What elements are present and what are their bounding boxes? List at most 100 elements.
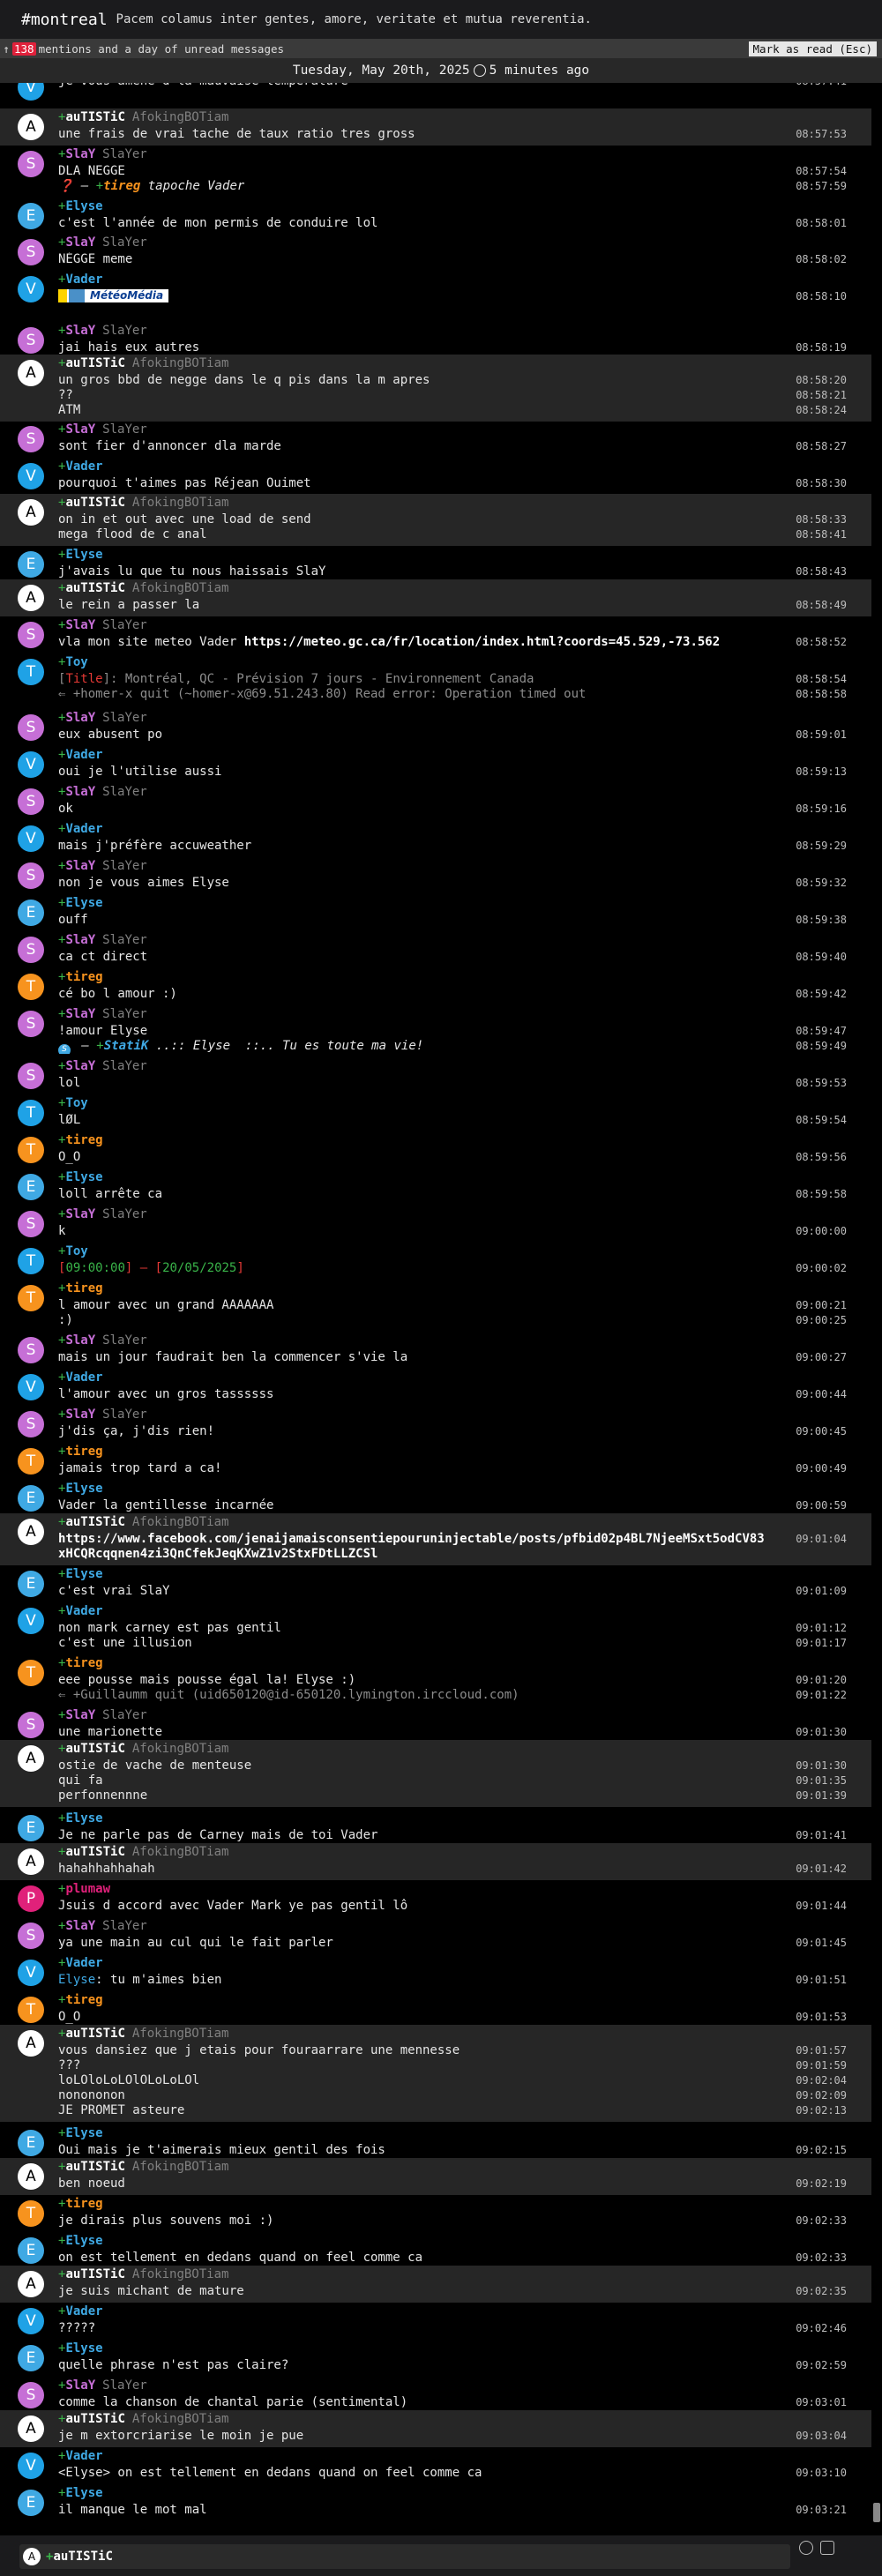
avatar[interactable]: S (18, 2382, 44, 2408)
nick-name[interactable]: Vader (65, 2449, 102, 2463)
avatar[interactable]: E (18, 2345, 44, 2371)
nick-name[interactable]: tireg (65, 1281, 102, 1295)
nick-name[interactable]: auTISTiC (65, 2267, 124, 2281)
avatar[interactable]: A (18, 114, 44, 140)
avatar[interactable]: S (18, 1211, 44, 1237)
avatar[interactable]: V (18, 2308, 44, 2334)
avatar[interactable]: T (18, 1285, 44, 1311)
avatar[interactable]: V (18, 751, 44, 778)
avatar[interactable]: E (18, 1485, 44, 1512)
avatar[interactable]: E (18, 1174, 44, 1200)
avatar[interactable]: V (18, 463, 44, 489)
avatar[interactable]: T (18, 1248, 44, 1274)
avatar[interactable]: S (18, 862, 44, 889)
nick-name[interactable]: Elyse (65, 2486, 102, 2500)
avatar[interactable]: T (18, 2200, 44, 2227)
nick-name[interactable]: auTISTiC (65, 2027, 124, 2041)
avatar[interactable]: A (18, 1519, 44, 1545)
avatar[interactable]: E (18, 2130, 44, 2156)
nick-name[interactable]: SlaY (65, 2378, 95, 2393)
mention-nick[interactable]: Elyse (58, 1973, 95, 1987)
nick-name[interactable]: Vader (65, 748, 102, 762)
nick-name[interactable]: Vader (65, 1370, 102, 1385)
message-link[interactable]: https://www.facebook.com/jenaijamaiscons… (58, 1532, 764, 1546)
nick-name[interactable]: Toy (65, 1244, 87, 1258)
nick-name[interactable]: auTISTiC (65, 1742, 124, 1756)
avatar[interactable]: S (18, 327, 44, 354)
nick-name[interactable]: Elyse (65, 548, 102, 562)
nick-name[interactable]: SlaY (65, 324, 95, 338)
avatar[interactable]: T (18, 1137, 44, 1163)
avatar[interactable]: S (18, 151, 44, 177)
nick-name[interactable]: SlaY (65, 1407, 95, 1422)
avatar[interactable]: A (18, 2163, 44, 2190)
nick-name[interactable]: tireg (65, 1133, 102, 1147)
nick-name[interactable]: Vader (65, 822, 102, 836)
scrollbar[interactable] (871, 83, 882, 2535)
emoji-icon[interactable] (799, 2541, 813, 2555)
mark-as-read-button[interactable]: Mark as read (Esc) (748, 41, 877, 56)
message-input[interactable]: A +auTISTiC (19, 2544, 790, 2569)
action-nick[interactable]: StatiK (104, 1039, 149, 1053)
avatar[interactable]: A (18, 360, 44, 386)
avatar[interactable]: P (18, 1885, 44, 1912)
avatar[interactable]: T (18, 1448, 44, 1475)
avatar[interactable]: E (18, 2237, 44, 2264)
nick-name[interactable]: Elyse (65, 2234, 102, 2248)
nick-name[interactable]: Elyse (65, 199, 102, 213)
avatar[interactable]: A (18, 1745, 44, 1772)
nick-name[interactable]: SlaY (65, 859, 95, 873)
avatar[interactable]: E (18, 203, 44, 229)
avatar[interactable]: E (18, 2490, 44, 2516)
avatar[interactable]: S (18, 937, 44, 963)
unread-banner[interactable]: ↑ 138 mentions and a day of unread messa… (0, 39, 882, 58)
nick-name[interactable]: plumaw (65, 1882, 110, 1896)
nick-name[interactable]: Elyse (65, 1567, 102, 1581)
nick-name[interactable]: SlaY (65, 1333, 95, 1348)
nick-name[interactable]: tireg (65, 1445, 102, 1459)
avatar[interactable]: A (18, 2030, 44, 2057)
nick-name[interactable]: Vader (65, 1956, 102, 1970)
avatar[interactable]: S (18, 1712, 44, 1738)
nick-name[interactable]: tireg (65, 1656, 102, 1670)
avatar[interactable]: A (18, 499, 44, 526)
nick-name[interactable]: auTISTiC (65, 496, 124, 510)
nick-name[interactable]: SlaY (65, 1007, 95, 1021)
message-log[interactable]: Vje vous amène d'la mauvaise température… (0, 83, 882, 2535)
nick-name[interactable]: SlaY (65, 1059, 95, 1073)
avatar[interactable]: V (18, 1374, 44, 1400)
avatar[interactable]: A (18, 585, 44, 611)
meteomedia-preview[interactable]: MétéoMédia (58, 289, 169, 302)
avatar[interactable]: A (18, 1848, 44, 1875)
nick-name[interactable]: Elyse (65, 1811, 102, 1826)
nick-name[interactable]: auTISTiC (65, 356, 124, 370)
nick-name[interactable]: tireg (65, 970, 102, 984)
avatar[interactable]: T (18, 1997, 44, 2023)
nick-name[interactable]: Vader (65, 1604, 102, 1618)
avatar[interactable]: T (18, 1100, 44, 1126)
avatar[interactable]: V (18, 2453, 44, 2479)
nick-name[interactable]: auTISTiC (65, 2412, 124, 2426)
nick-name[interactable]: Elyse (65, 1170, 102, 1184)
avatar[interactable]: V (18, 1960, 44, 1986)
nick-name[interactable]: SlaY (65, 147, 95, 161)
nick-name[interactable]: SlaY (65, 1207, 95, 1221)
avatar[interactable]: V (18, 83, 44, 101)
nick-name[interactable]: SlaY (65, 235, 95, 250)
avatar[interactable]: E (18, 1571, 44, 1597)
nick-name[interactable]: auTISTiC (65, 581, 124, 595)
avatar[interactable]: T (18, 974, 44, 1000)
message-link[interactable]: https://meteo.gc.ca/fr/location/index.ht… (244, 635, 720, 649)
avatar[interactable]: A (18, 2271, 44, 2297)
nick-name[interactable]: Elyse (65, 2126, 102, 2140)
upload-icon[interactable] (820, 2541, 834, 2555)
message-link[interactable]: xHCQRcqqnen4zi3QnCfekJeqKXwZ1v2StxFDtLLZ… (58, 1547, 377, 1561)
avatar[interactable]: S (18, 1411, 44, 1437)
nick-name[interactable]: SlaY (65, 1919, 95, 1933)
nick-name[interactable]: Toy (65, 655, 87, 669)
avatar[interactable]: A (18, 2415, 44, 2442)
avatar[interactable]: V (18, 1608, 44, 1634)
avatar[interactable]: S (18, 1011, 44, 1037)
avatar[interactable]: S (18, 1337, 44, 1363)
nick-name[interactable]: Toy (65, 1096, 87, 1110)
